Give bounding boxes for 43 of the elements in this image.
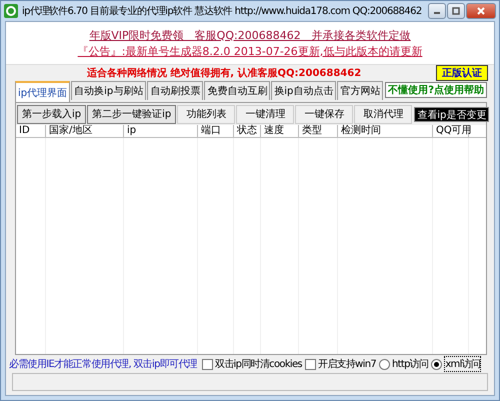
tab[interactable]: 自动刷投票	[147, 81, 204, 100]
toolbar-button[interactable]: 功能列表	[177, 104, 236, 124]
option-label: 开启支持win7	[318, 358, 376, 371]
verified-badge: 正版认证	[436, 65, 488, 81]
column-header[interactable]: 检测时间	[338, 125, 433, 137]
option-label: http访问	[392, 358, 428, 371]
help-link[interactable]: 不懂使用?点使用帮助	[385, 82, 487, 98]
maximize-icon	[451, 6, 461, 16]
tab[interactable]: 官方网站	[337, 81, 384, 100]
option-label: 双击ip同时清cookies	[214, 358, 302, 371]
minimize-button[interactable]	[428, 3, 446, 19]
close-button[interactable]	[466, 3, 496, 19]
column-header[interactable]: 状态	[234, 125, 261, 137]
toolbar-button[interactable]: 第二步一键验证ip	[87, 104, 176, 124]
check-ip-button[interactable]: 查看ip是否变更	[414, 106, 490, 122]
window-title: ip代理软件6.70 目前最专业的代理ip软件 慧达软件 http://www.huida178.com QQ:200688462	[22, 4, 423, 18]
column-header[interactable]: 国家/地区	[46, 125, 124, 137]
close-icon	[476, 6, 486, 16]
checkbox[interactable]	[304, 358, 316, 370]
radio-button[interactable]	[379, 358, 390, 370]
banner-link[interactable]: 『公告』:最新单号生成器8.2.0 2013-07-26更新,低与此版本的请更新	[78, 44, 422, 58]
banner-link[interactable]: 年版VIP限时免费领 客服QQ:200688462 并承接各类软件定做	[89, 28, 411, 42]
slogan-text: 适合各种网络情况 绝对值得拥有, 认准客服QQ:200688462	[86, 66, 362, 80]
toolbar-button[interactable]: 第一步载入ip	[17, 104, 86, 124]
toolbar-button[interactable]: 取消代理	[354, 104, 412, 124]
column-header[interactable]: ip	[124, 125, 198, 137]
checkbox[interactable]	[202, 358, 213, 370]
tab[interactable]: ip代理界面	[15, 81, 70, 102]
column-header[interactable]: QQ可用	[433, 125, 469, 137]
column-header[interactable]: ID	[16, 125, 46, 137]
column-header[interactable]: 端口	[198, 125, 234, 137]
tab[interactable]: 自动换ip与刷站	[71, 81, 146, 100]
app-icon	[4, 4, 18, 18]
maximize-button[interactable]	[447, 3, 465, 19]
usage-note: 必需使用IE才能正常使用代理, 双击ip即可代理	[9, 358, 197, 371]
toolbar-button[interactable]: 一键保存	[295, 104, 354, 124]
option-label: xml访问	[444, 356, 482, 372]
column-header[interactable]: 类型	[299, 125, 338, 137]
tab[interactable]: 免费自动互刷	[204, 81, 270, 100]
column-header[interactable]: 速度	[261, 125, 299, 137]
toolbar-button[interactable]: 一键清理	[236, 104, 294, 124]
radio-button[interactable]	[431, 358, 442, 370]
tab[interactable]: 换ip自动点击	[271, 81, 336, 100]
